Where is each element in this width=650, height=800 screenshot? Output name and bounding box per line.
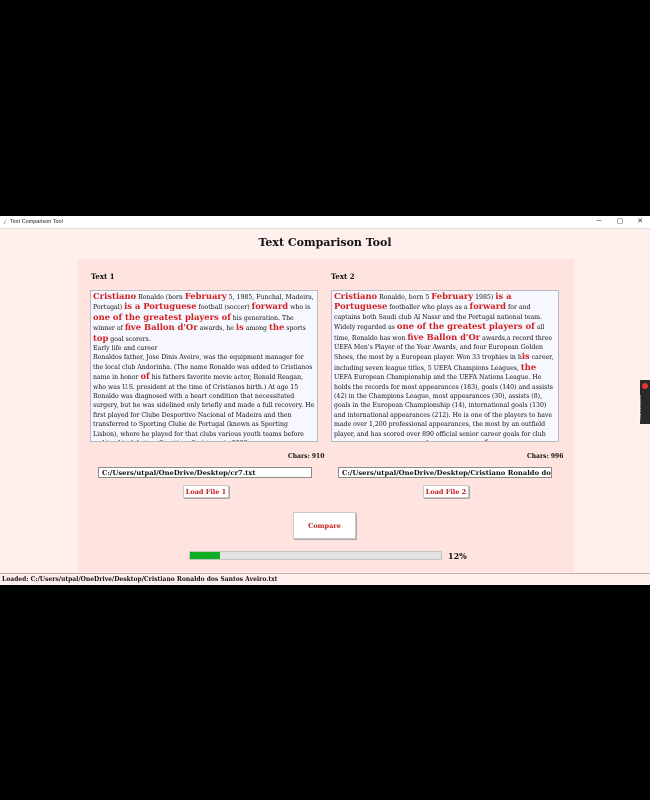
text2-char-count: Chars: 996 <box>527 453 564 460</box>
feather-icon <box>3 218 7 225</box>
text-segment: footballer who plays as a <box>387 304 470 312</box>
close-button[interactable]: ✕ <box>632 217 648 227</box>
text2-textbox[interactable]: Cristiano Ronaldo, born 5 February 1985)… <box>331 290 559 442</box>
highlighted-word: is <box>521 351 530 362</box>
highlighted-word: top <box>93 332 109 343</box>
highlighted-word: five Ballon d'Or <box>407 331 481 342</box>
screenpal-label: SCREENPAL <box>636 395 642 422</box>
highlighted-word: top <box>426 438 441 441</box>
highlighted-word: the <box>520 361 537 372</box>
text-segment: UEFA European Championship and the UEFA … <box>334 374 553 438</box>
highlighted-word: of <box>140 371 150 382</box>
title-bar: Text Comparison Tool ─ ▢ ✕ <box>0 216 650 229</box>
text-segment: sports <box>284 325 306 333</box>
window-title: Text Comparison Tool <box>10 219 63 225</box>
highlighted-word: of <box>478 438 487 441</box>
highlighted-word: is <box>235 322 244 333</box>
highlighted-word: five Ballon d'Or <box>124 322 198 333</box>
highlighted-word: the <box>269 322 285 333</box>
highlighted-word: February <box>184 291 227 301</box>
text-segment: his fathers favorite movie actor, Ronald… <box>93 374 315 441</box>
load-file2-button[interactable]: Load File 2 <box>423 485 469 498</box>
text-segment: goal scorers. <box>108 335 151 343</box>
highlighted-word: one of the greatest players of <box>396 321 535 332</box>
highlighted-word: one of the greatest players of <box>93 311 231 322</box>
text-segment: football (soccer) <box>196 304 252 312</box>
text-segment: who is <box>288 304 311 312</box>
compare-button[interactable]: Compare <box>293 512 356 539</box>
text-segment: Early life and career <box>93 345 158 353</box>
text-segment: 1985) <box>473 294 496 301</box>
text2-label: Text 2 <box>331 272 355 281</box>
app-title: Text Comparison Tool <box>258 236 392 249</box>
text1-label: Text 1 <box>91 272 115 281</box>
progress-bar <box>189 551 442 560</box>
minimize-button[interactable]: ─ <box>591 217 607 227</box>
text-segment: awards, he <box>197 325 236 333</box>
text-segment: Ronaldo, born 5 <box>377 294 432 301</box>
text-segment: goalscorer <box>441 441 478 442</box>
app-window: Text Comparison Tool ─ ▢ ✕ Text Comparis… <box>0 216 650 585</box>
screenpal-tag[interactable]: SCREENPAL <box>636 380 650 424</box>
record-icon <box>642 383 648 389</box>
progress-fill <box>190 552 221 559</box>
progress-percent: 12% <box>448 551 467 561</box>
file2-path-field[interactable]: C:/Users/utpal/OneDrive/Desktop/Cristian… <box>338 467 552 478</box>
text-segment: Ronaldo (born <box>136 294 185 301</box>
text1-char-count: Chars: 910 <box>288 453 325 460</box>
text1-textbox[interactable]: Cristiano Ronaldo (born February 5, 1985… <box>90 290 318 442</box>
text-segment: all time. <box>488 441 516 442</box>
highlighted-word: February <box>431 291 474 301</box>
highlighted-word: forward <box>469 301 506 312</box>
load-file1-button[interactable]: Load File 1 <box>183 485 229 498</box>
highlighted-word: is a Portuguese <box>124 301 197 312</box>
comparison-panel: Text 1 Text 2 Cristiano Ronaldo (born Fe… <box>78 259 574 572</box>
maximize-button[interactable]: ▢ <box>612 217 628 227</box>
highlighted-word: forward <box>251 301 289 312</box>
status-bar: Loaded: C:/Users/utpal/OneDrive/Desktop/… <box>0 573 650 585</box>
highlighted-word: Cristiano <box>93 291 137 301</box>
highlighted-word: Cristiano <box>334 291 378 301</box>
text-segment: among <box>243 325 269 333</box>
file1-path-field[interactable]: C:/Users/utpal/OneDrive/Desktop/cr7.txt <box>98 467 312 478</box>
